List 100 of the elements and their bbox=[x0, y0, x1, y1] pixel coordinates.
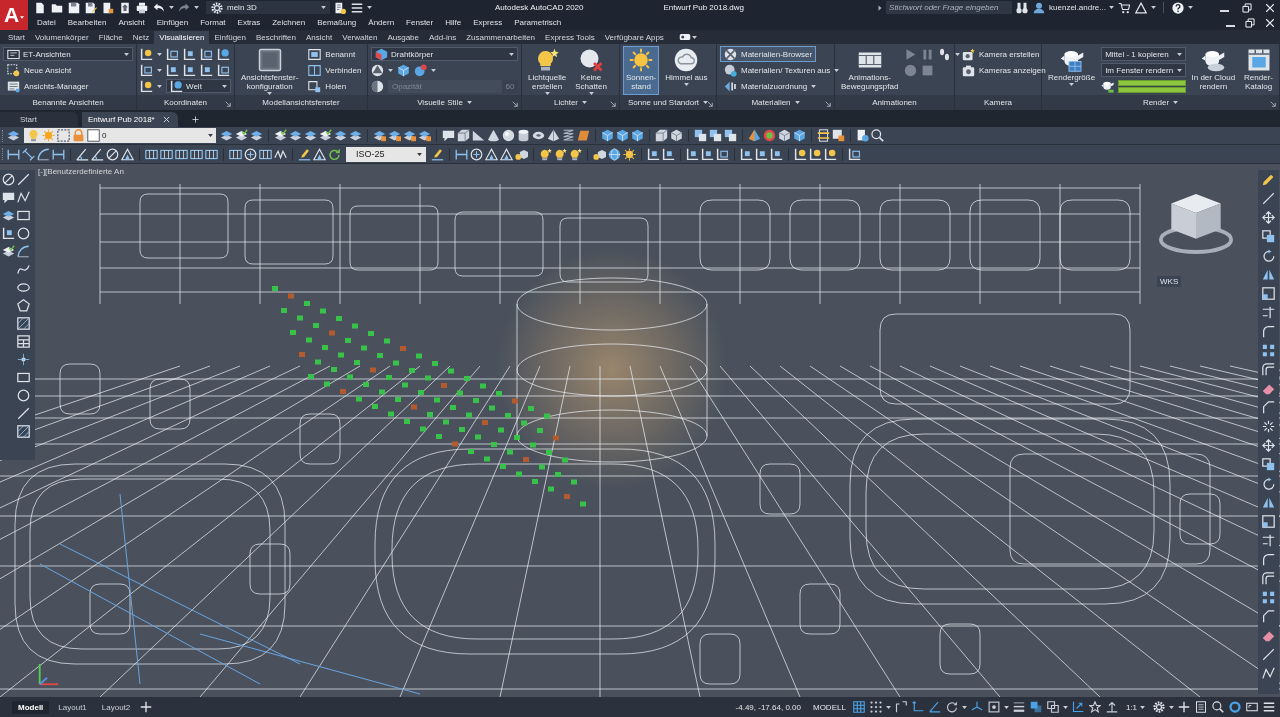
overlapping-squares-icon[interactable] bbox=[724, 129, 737, 142]
light-bulb-icon[interactable] bbox=[569, 147, 582, 161]
dropdown[interactable]: Drahtkörper bbox=[371, 47, 518, 61]
diagonal-arrow-icon[interactable] bbox=[610, 101, 616, 107]
ribbon-button[interactable]: Holen bbox=[304, 78, 351, 94]
dimension-icon[interactable] bbox=[7, 147, 20, 161]
ribbon-tab[interactable]: Volumenkörper bbox=[29, 31, 94, 44]
restore-icon[interactable] bbox=[1242, 2, 1252, 13]
dimension-frame-icon[interactable] bbox=[160, 147, 173, 161]
overlapping-squares-icon[interactable] bbox=[709, 129, 722, 142]
menu-item[interactable]: Parametrisch bbox=[508, 15, 568, 30]
dimension-frame-icon[interactable] bbox=[190, 147, 203, 161]
rectangle-icon[interactable] bbox=[17, 209, 30, 222]
caret-icon[interactable] bbox=[388, 68, 393, 72]
corner-icon[interactable] bbox=[894, 701, 907, 713]
undo-icon[interactable] bbox=[153, 1, 165, 14]
axes-icon[interactable] bbox=[970, 701, 983, 713]
ribbon-tab[interactable]: Ausgabe bbox=[382, 31, 424, 44]
parallelogram-icon[interactable] bbox=[577, 129, 590, 142]
cube-icon[interactable] bbox=[616, 129, 629, 142]
hatch-icon[interactable] bbox=[17, 317, 30, 330]
spline-icon[interactable] bbox=[17, 263, 30, 276]
target-square-icon[interactable] bbox=[987, 701, 1000, 713]
caret-icon[interactable] bbox=[794, 101, 800, 104]
menu-item[interactable]: Express bbox=[467, 15, 509, 30]
ribbon-tab[interactable]: Start bbox=[3, 31, 30, 44]
layout-tab[interactable]: Layout2 bbox=[95, 700, 137, 714]
box-icon[interactable] bbox=[457, 129, 470, 142]
box-icon[interactable] bbox=[655, 129, 668, 142]
panel-title[interactable]: Materialien bbox=[751, 98, 791, 107]
caret-icon[interactable] bbox=[955, 52, 961, 56]
circle-icon[interactable] bbox=[17, 389, 30, 402]
caret-icon[interactable] bbox=[367, 6, 372, 9]
frame-lines-icon[interactable] bbox=[817, 129, 830, 142]
globe-icon[interactable] bbox=[608, 147, 621, 161]
ribbon-large-button[interactable]: Ansichtsfenster- konfiguration bbox=[238, 46, 302, 95]
line-icon[interactable] bbox=[17, 173, 30, 186]
axes-arrow-icon[interactable] bbox=[1071, 701, 1084, 713]
cube-icon[interactable] bbox=[670, 129, 683, 142]
document-tab[interactable]: Entwurf Pub 2018* bbox=[82, 112, 178, 127]
caret-icon[interactable] bbox=[157, 68, 162, 72]
crosshair-circle-icon[interactable] bbox=[470, 147, 483, 161]
circle-icon[interactable] bbox=[17, 227, 30, 240]
cube-icon[interactable] bbox=[397, 63, 410, 77]
rotate-icon[interactable] bbox=[1262, 477, 1275, 490]
line-icon[interactable] bbox=[1262, 648, 1275, 661]
array-icon[interactable] bbox=[1262, 344, 1275, 357]
layers-check-icon[interactable] bbox=[274, 129, 287, 142]
arc-icon[interactable] bbox=[37, 147, 50, 161]
speech-bubble-icon[interactable] bbox=[442, 129, 455, 142]
caret-icon[interactable] bbox=[1169, 705, 1174, 709]
light-bulb-icon[interactable] bbox=[554, 147, 567, 161]
caret-icon[interactable] bbox=[1173, 101, 1179, 104]
cube-circle-icon[interactable] bbox=[515, 147, 528, 161]
cube-icon[interactable] bbox=[778, 129, 791, 142]
menu-icon[interactable] bbox=[351, 1, 363, 14]
record-icon[interactable] bbox=[904, 63, 918, 77]
grid-icon[interactable] bbox=[852, 701, 865, 713]
ribbon-button[interactable]: Materialzuordnung bbox=[720, 78, 821, 94]
shaded-circle-icon[interactable] bbox=[371, 63, 384, 77]
dropdown[interactable]: Welt bbox=[166, 79, 231, 93]
minimize-icon[interactable] bbox=[1220, 9, 1229, 12]
caret-icon[interactable] bbox=[157, 84, 162, 88]
close-icon[interactable] bbox=[1265, 2, 1275, 13]
toggle-icon[interactable] bbox=[678, 31, 691, 43]
sun-icon[interactable] bbox=[623, 147, 636, 161]
speech-bubble-icon[interactable] bbox=[2, 191, 15, 204]
annotation-scale-button[interactable]: 1:1 bbox=[1121, 702, 1149, 712]
help-icon[interactable] bbox=[1172, 1, 1184, 14]
new-file-icon[interactable] bbox=[34, 1, 46, 14]
erase-icon[interactable] bbox=[1262, 629, 1275, 642]
save-as-icon[interactable] bbox=[85, 1, 97, 14]
caret-icon[interactable] bbox=[961, 705, 967, 709]
restore-icon[interactable] bbox=[1245, 17, 1255, 28]
ribbon-tab[interactable]: Zusammenarbeiten bbox=[461, 31, 541, 44]
move-icon[interactable] bbox=[1262, 439, 1275, 452]
dimension-icon[interactable] bbox=[455, 147, 468, 161]
sphere-icon[interactable] bbox=[502, 129, 515, 142]
ribbon-tab[interactable]: Fläche bbox=[93, 31, 128, 44]
target-icon[interactable] bbox=[763, 129, 776, 142]
ribbon-large-button[interactable]: Keine Schatten bbox=[572, 46, 610, 95]
cube-icon[interactable] bbox=[631, 129, 644, 142]
ribbon-tab[interactable]: Verfügbare Apps bbox=[599, 31, 669, 44]
pyramid-icon[interactable] bbox=[748, 129, 761, 142]
panel-title[interactable]: Lichter bbox=[554, 98, 578, 107]
ribbon-tab[interactable]: Ansicht bbox=[301, 31, 338, 44]
dropdown[interactable]: Im Fenster rendern bbox=[1101, 63, 1186, 77]
caret-icon[interactable] bbox=[1188, 6, 1193, 9]
redo-icon[interactable] bbox=[178, 1, 190, 14]
view-cube-icon[interactable] bbox=[1158, 192, 1234, 255]
star-icon[interactable] bbox=[1088, 701, 1101, 713]
menu-item[interactable]: Extras bbox=[231, 15, 267, 30]
menu-item[interactable]: Zeichnen bbox=[266, 15, 312, 30]
overlapping-squares-icon[interactable] bbox=[1046, 701, 1059, 713]
document-icon[interactable] bbox=[102, 1, 114, 14]
dimension-frame-icon[interactable] bbox=[175, 147, 188, 161]
rotate-icon[interactable] bbox=[1262, 249, 1275, 262]
ribbon-button[interactable]: Benannt bbox=[304, 46, 360, 62]
layers-check-icon[interactable] bbox=[319, 129, 332, 142]
triangle-icon[interactable] bbox=[1135, 1, 1147, 14]
